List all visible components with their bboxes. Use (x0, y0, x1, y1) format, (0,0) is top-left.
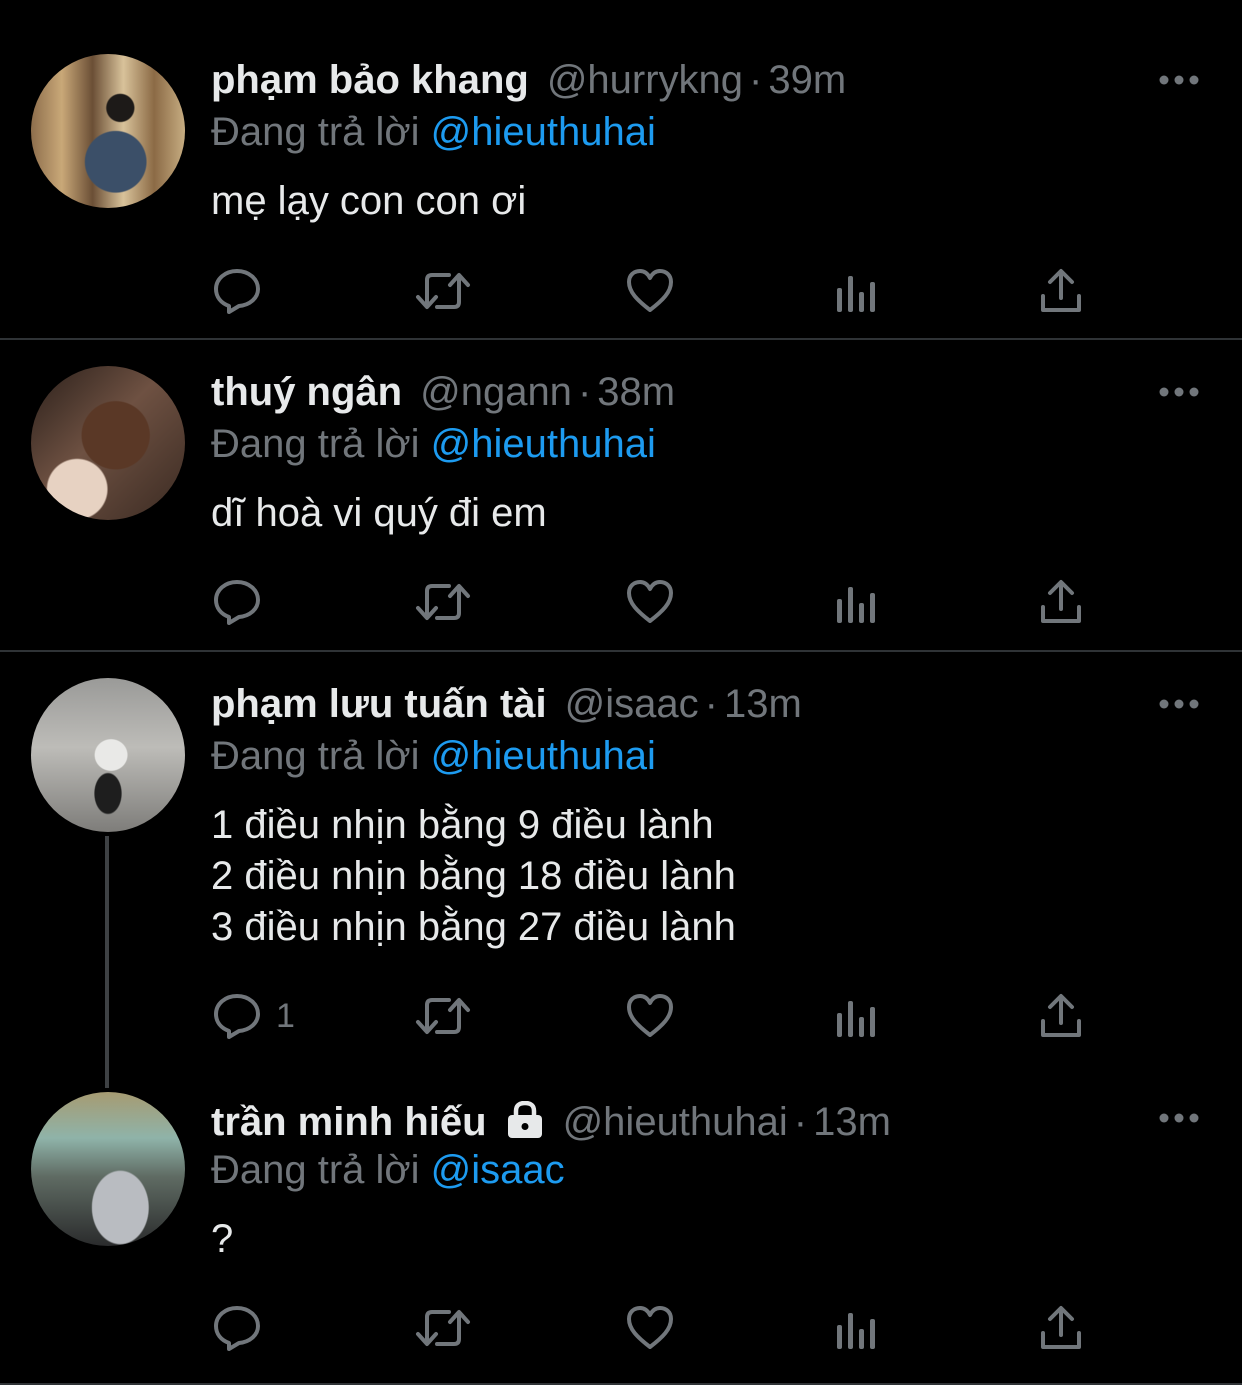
reply-icon (214, 580, 260, 625)
timestamp[interactable]: 13m (813, 1100, 891, 1144)
action-bar (212, 1302, 1112, 1354)
display-name[interactable]: trần minh hiếu (211, 1100, 487, 1144)
tweet[interactable]: phạm lưu tuấn tài @isaac · 13m Đang trả lời… (0, 652, 1242, 1088)
separator: · (793, 1100, 808, 1144)
more-icon[interactable] (1158, 1110, 1200, 1126)
analytics-button[interactable] (834, 1302, 880, 1354)
like-icon (627, 1306, 673, 1349)
avatar[interactable] (31, 1092, 185, 1246)
share-button[interactable] (1038, 990, 1084, 1042)
tweet[interactable]: phạm bảo khang @hurrykng · 39m Đang trả lời… (0, 0, 1242, 338)
mention-link[interactable]: @hieuthuhai (431, 110, 656, 154)
analytics-button[interactable] (834, 576, 880, 628)
display-name[interactable]: phạm bảo khang (211, 58, 529, 102)
separator: · (577, 370, 592, 414)
retweet-button[interactable] (415, 990, 471, 1042)
action-bar (212, 265, 1112, 317)
share-button[interactable] (1038, 265, 1084, 317)
reply-icon (214, 994, 260, 1039)
more-icon[interactable] (1158, 696, 1200, 712)
reply-context: Đang trả lời @isaac (211, 1146, 565, 1194)
mention-link[interactable]: @isaac (431, 1148, 565, 1192)
reply-button[interactable] (212, 265, 276, 317)
separator: · (749, 58, 763, 102)
tweet[interactable]: thuý ngân @ngann · 38m Đang trả lời @hieuth… (0, 340, 1242, 650)
user-handle[interactable]: @hieuthuhai (563, 1100, 788, 1144)
tweet-text: dĩ hoà vi quý đi em (211, 491, 547, 535)
lock-icon (507, 1101, 542, 1138)
analytics-button[interactable] (834, 990, 880, 1042)
tweet-text: mẹ lạy con con ơi (211, 179, 527, 223)
share-button[interactable] (1038, 576, 1084, 628)
action-bar (212, 576, 1112, 628)
retweet-icon (416, 1310, 470, 1346)
display-name[interactable]: thuý ngân (211, 370, 402, 414)
reply-button[interactable] (212, 1302, 276, 1354)
timestamp[interactable]: 39m (768, 58, 846, 102)
like-button[interactable] (625, 1302, 675, 1354)
analytics-button[interactable] (834, 265, 880, 317)
reply-button[interactable]: 1 (212, 990, 295, 1042)
timestamp[interactable]: 13m (724, 682, 802, 726)
display-name[interactable]: phạm lưu tuấn tài (211, 682, 547, 726)
user-handle[interactable]: @ngann (420, 370, 572, 414)
separator: · (704, 682, 718, 726)
avatar[interactable] (31, 54, 185, 208)
share-icon (1041, 994, 1081, 1037)
share-button[interactable] (1038, 1302, 1084, 1354)
like-icon (627, 994, 673, 1037)
share-icon (1041, 1306, 1081, 1349)
thread-connector (105, 836, 109, 1088)
reply-prefix: Đang trả lời (211, 110, 420, 154)
reply-context: Đang trả lời @hieuthuhai (211, 732, 656, 780)
retweet-button[interactable] (415, 576, 471, 628)
tweet-header: thuý ngân @ngann · 38m (211, 368, 675, 416)
reply-prefix: Đang trả lời (211, 734, 420, 778)
reply-context: Đang trả lời @hieuthuhai (211, 420, 656, 468)
like-button[interactable] (625, 265, 675, 317)
analytics-icon (837, 587, 875, 623)
reply-context: Đang trả lời @hieuthuhai (211, 108, 656, 156)
like-button[interactable] (625, 990, 675, 1042)
avatar[interactable] (31, 366, 185, 520)
reply-icon (214, 1306, 260, 1351)
more-icon[interactable] (1158, 72, 1200, 88)
reply-prefix: Đang trả lời (211, 422, 420, 466)
user-handle[interactable]: @hurrykng (547, 58, 743, 102)
like-icon (627, 269, 673, 312)
user-handle[interactable]: @isaac (565, 682, 699, 726)
reply-prefix: Đang trả lời (211, 1148, 420, 1192)
reply-button[interactable] (212, 576, 276, 628)
retweet-icon (416, 584, 470, 620)
timestamp[interactable]: 38m (597, 370, 675, 414)
retweet-icon (416, 273, 470, 309)
like-icon (627, 580, 673, 623)
share-icon (1041, 580, 1081, 623)
analytics-icon (837, 276, 875, 312)
like-button[interactable] (625, 576, 675, 628)
retweet-button[interactable] (415, 265, 471, 317)
reply-icon (214, 269, 260, 314)
analytics-icon (837, 1001, 875, 1037)
analytics-icon (837, 1313, 875, 1349)
tweet-header: trần minh hiếu @hieuthuhai · 13m (211, 1098, 891, 1146)
tweet-text: 1 điều nhịn bằng 9 điều lành 2 điều nhịn… (211, 803, 736, 949)
avatar[interactable] (31, 678, 185, 832)
reply-count: 1 (276, 996, 295, 1035)
more-icon[interactable] (1158, 384, 1200, 400)
tweet-header: phạm bảo khang @hurrykng · 39m (211, 56, 846, 104)
retweet-icon (416, 998, 470, 1034)
action-bar: 1 (212, 990, 1112, 1042)
share-icon (1041, 269, 1081, 312)
tweet-header: phạm lưu tuấn tài @isaac · 13m (211, 680, 802, 728)
mention-link[interactable]: @hieuthuhai (431, 422, 656, 466)
retweet-button[interactable] (415, 1302, 471, 1354)
tweet-text: ? (211, 1217, 234, 1261)
mention-link[interactable]: @hieuthuhai (431, 734, 656, 778)
tweet[interactable]: trần minh hiếu @hieuthuhai · 13m Đang trả l… (0, 1088, 1242, 1383)
